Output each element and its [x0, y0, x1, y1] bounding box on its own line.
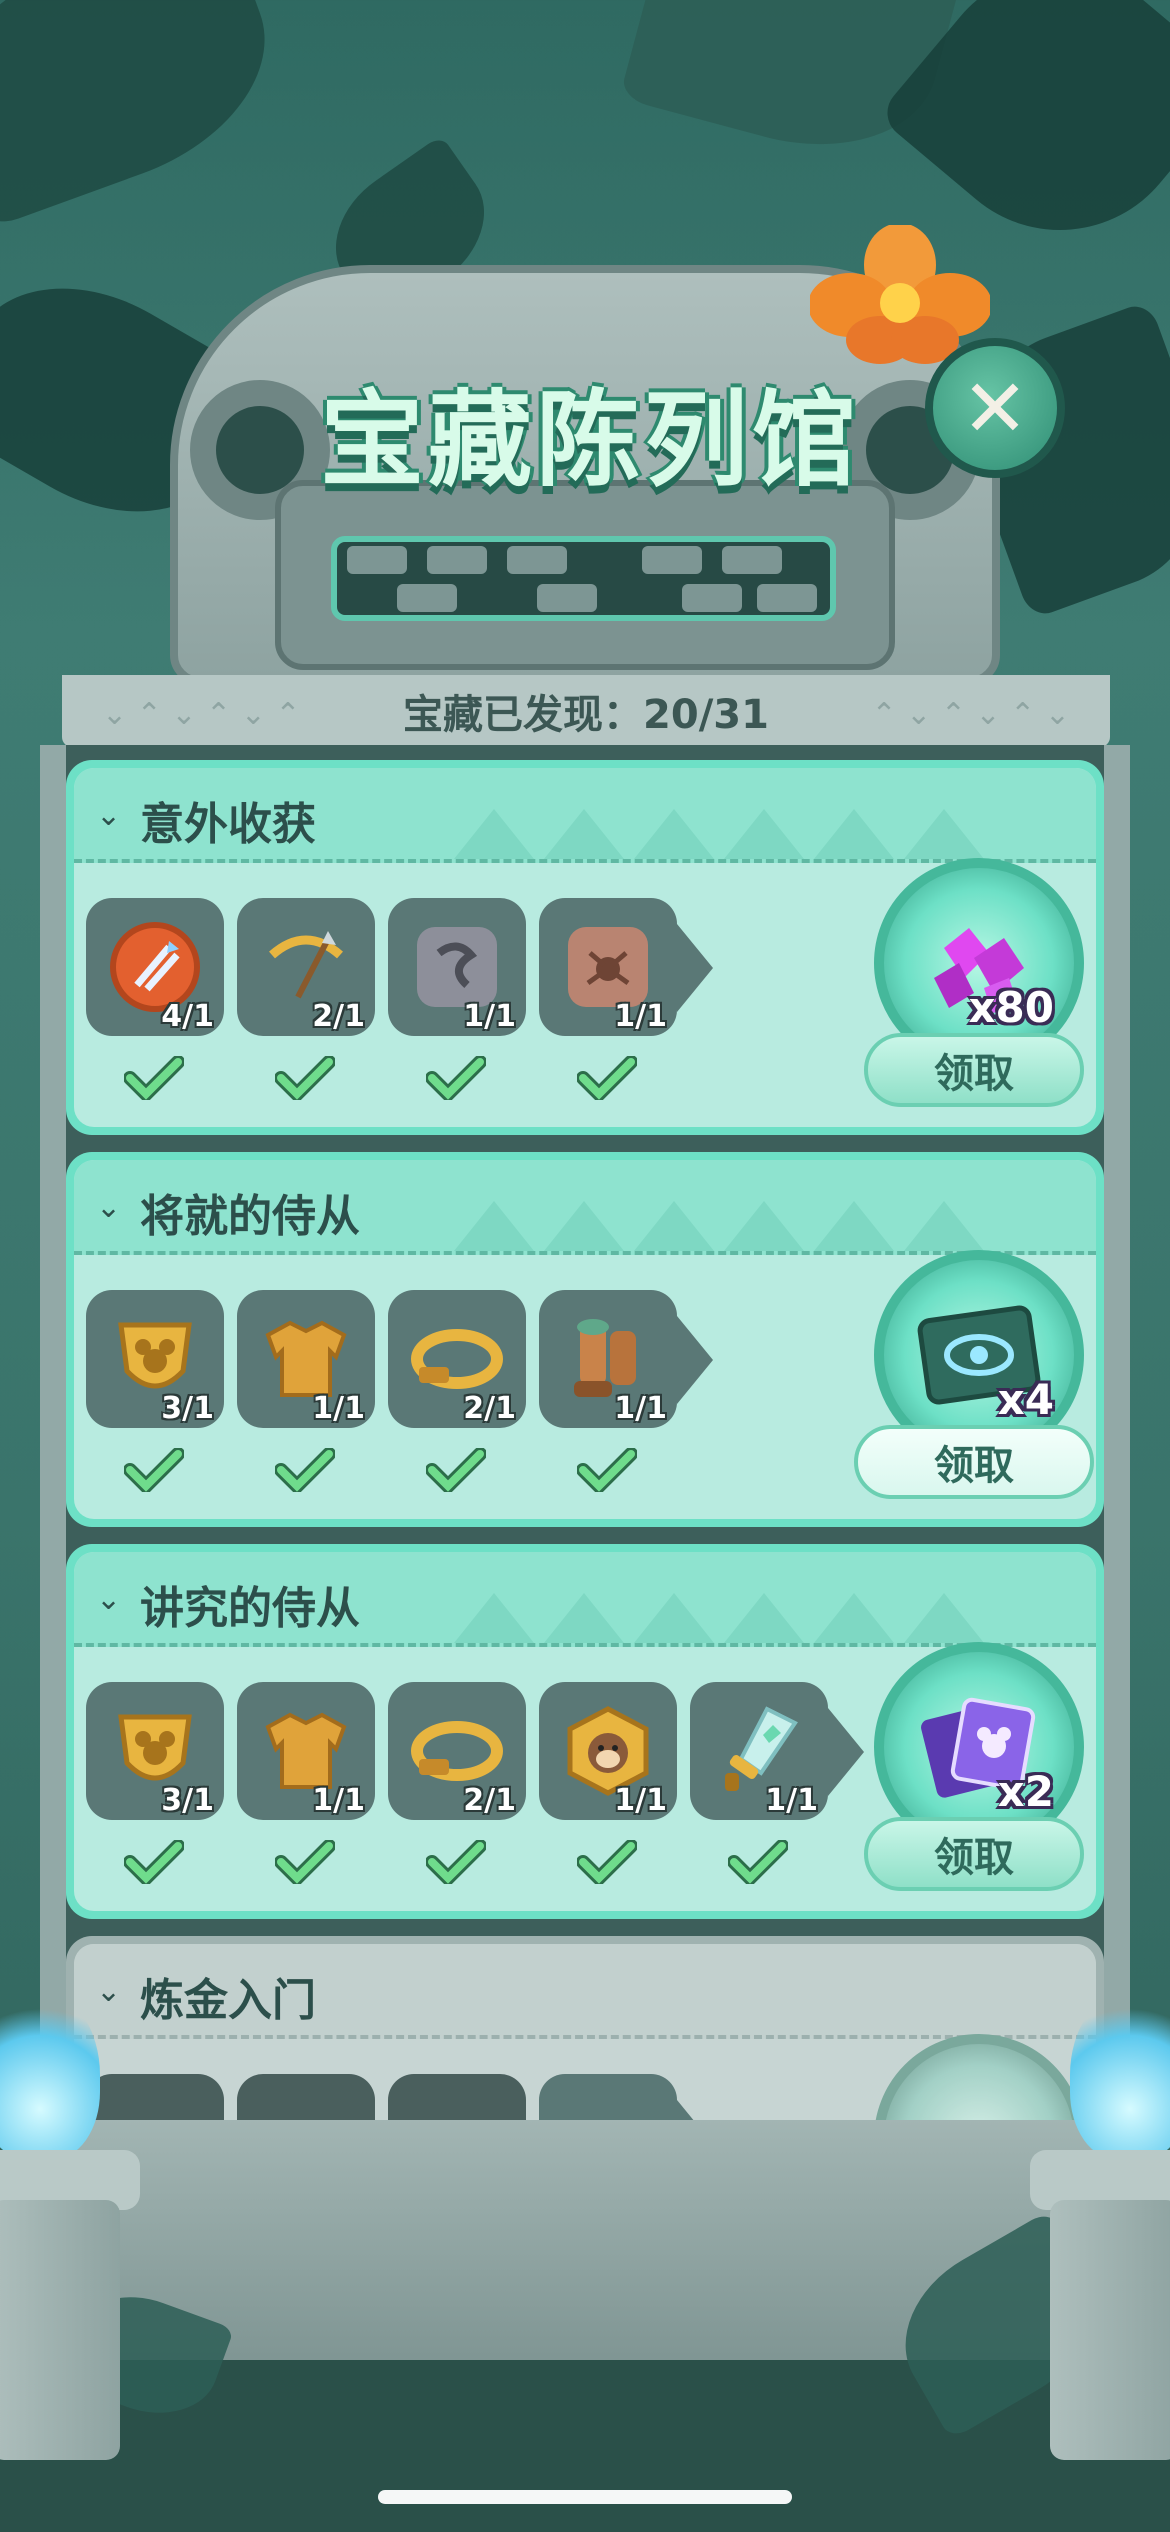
home-indicator[interactable]: [378, 2490, 792, 2504]
collection-card: ⌄ 讲究的侍从 3/1 1/1 2/1 1/1 1/1 x2 领取: [66, 1544, 1104, 1919]
item-count: 1/1: [312, 1783, 365, 1818]
check-icon: [124, 1448, 184, 1492]
collection-card: ⌄ 将就的侍从 3/1 1/1 2/1 1/1 x4 领取: [66, 1152, 1104, 1527]
reward-bubble: [874, 2034, 1084, 2120]
treasure-slot[interactable]: 1/1: [539, 898, 713, 1036]
brick: [347, 546, 407, 574]
card-header[interactable]: ⌄ 讲究的侍从: [74, 1552, 1096, 1647]
claim-button[interactable]: 领取: [864, 1817, 1084, 1891]
item-count: 1/1: [614, 1783, 667, 1818]
item-count: 1/1: [614, 1391, 667, 1426]
reward-multiplier: x4: [997, 1375, 1054, 1424]
item-count: 2/1: [463, 1783, 516, 1818]
treasure-slot[interactable]: 1/1: [539, 1682, 677, 1820]
card-title: 炼金入门: [140, 1975, 316, 2026]
jungle-leaf: [0, 0, 298, 230]
brick: [427, 546, 487, 574]
brick: [682, 584, 742, 612]
check-icon: [426, 1840, 486, 1884]
card-title: 讲究的侍从: [140, 1583, 360, 1634]
check-icon: [124, 1840, 184, 1884]
reward-multiplier: x80: [968, 983, 1054, 1032]
check-icon: [577, 1840, 637, 1884]
orange-flower-icon: [810, 225, 990, 364]
check-icon: [124, 1056, 184, 1100]
item-count: 3/1: [161, 1783, 214, 1818]
card-title: 意外收获: [140, 799, 316, 850]
collection-card: ⌄ 意外收获 4/1 2/1 1/1 1/1 x80 领取: [66, 760, 1104, 1135]
treasure-slot[interactable]: 1/1: [237, 1290, 375, 1428]
brick: [757, 584, 817, 612]
treasure-slot[interactable]: 2/1: [388, 1682, 526, 1820]
item-count: 2/1: [463, 1391, 516, 1426]
card-title: 将就的侍从: [140, 1191, 360, 1242]
item-count: 1/1: [614, 999, 667, 1034]
treasure-slot[interactable]: 3/1: [86, 1682, 224, 1820]
check-icon: [275, 1448, 335, 1492]
item-count: 3/1: [161, 1391, 214, 1426]
treasure-slot[interactable]: 2/1: [237, 898, 375, 1036]
plaque-slot: [331, 536, 836, 621]
item-count: 4/1: [161, 999, 214, 1034]
treasure-slot[interactable]: 3/1: [86, 1290, 224, 1428]
treasure-slot[interactable]: 1/1: [539, 1290, 713, 1428]
chevron-down-icon: ⌄: [96, 798, 122, 833]
check-icon: [275, 1840, 335, 1884]
brick: [642, 546, 702, 574]
item-count: 1/1: [765, 1783, 818, 1818]
close-icon: ✕: [961, 361, 1029, 455]
item-count: 2/1: [312, 999, 365, 1034]
discovered-count: 宝藏已发现：20/31: [403, 692, 769, 738]
treasure-slot[interactable]: [237, 2074, 375, 2120]
brick: [507, 546, 567, 574]
check-icon: [426, 1448, 486, 1492]
progress-strip: ⌄ ⌃ ⌄ ⌃ ⌄ ⌃ 宝藏已发现：20/31 ⌃ ⌄ ⌃ ⌄ ⌃ ⌄: [62, 675, 1110, 747]
claim-button[interactable]: 领取: [864, 1033, 1084, 1107]
page-title: 宝藏陈列馆: [319, 379, 860, 501]
item-count: 1/1: [463, 999, 516, 1034]
card-header[interactable]: ⌄ 意外收获: [74, 768, 1096, 863]
chevron-decor: ⌄ ⌃ ⌄ ⌃ ⌄ ⌃: [102, 697, 301, 732]
reward-multiplier: x2: [997, 1767, 1054, 1816]
check-icon: [275, 1056, 335, 1100]
brick: [537, 584, 597, 612]
treasure-slot[interactable]: 4/1: [86, 898, 224, 1036]
brick: [722, 546, 782, 574]
treasure-slot[interactable]: 1/1: [388, 898, 526, 1036]
stone-pillar: [1050, 2200, 1170, 2460]
collection-card: ⌄ 炼金入门: [66, 1936, 1104, 2120]
treasure-slot[interactable]: 2/1: [388, 1290, 526, 1428]
card-header[interactable]: ⌄ 炼金入门: [74, 1944, 1096, 2039]
brick: [397, 584, 457, 612]
chevron-down-icon: ⌄: [96, 1190, 122, 1225]
close-button[interactable]: ✕: [925, 338, 1065, 478]
treasure-slot[interactable]: [86, 2074, 224, 2120]
treasure-slot[interactable]: 1/1: [237, 1682, 375, 1820]
chevron-decor: ⌃ ⌄ ⌃ ⌄ ⌃ ⌄: [871, 697, 1070, 732]
collection-list[interactable]: ⌄ 意外收获 4/1 2/1 1/1 1/1 x80 领取 ⌄ 将就的侍从 3/…: [66, 760, 1104, 2120]
item-count: 1/1: [312, 1391, 365, 1426]
chevron-down-icon: ⌄: [96, 1974, 122, 2009]
check-icon: [577, 1448, 637, 1492]
treasure-slot[interactable]: [539, 2074, 713, 2120]
card-header[interactable]: ⌄ 将就的侍从: [74, 1160, 1096, 1255]
treasure-slot[interactable]: 1/1: [690, 1682, 864, 1820]
check-icon: [426, 1056, 486, 1100]
stone-pillar: [0, 2200, 120, 2460]
title-plaque: [275, 480, 895, 670]
claim-button[interactable]: 领取: [854, 1425, 1094, 1499]
chevron-down-icon: ⌄: [96, 1582, 122, 1617]
treasure-slot[interactable]: [388, 2074, 526, 2120]
check-icon: [728, 1840, 788, 1884]
check-icon: [577, 1056, 637, 1100]
